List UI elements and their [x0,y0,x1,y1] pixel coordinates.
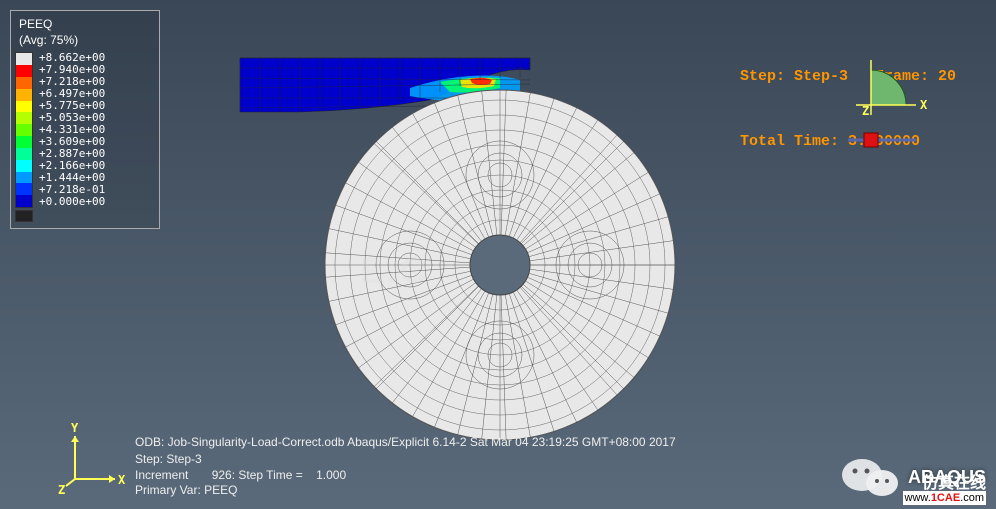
view-direction-widget[interactable]: X Z [856,60,936,160]
legend-variable: PEEQ [19,17,155,33]
axis-z-label: Z [862,104,869,118]
legend-average: (Avg: 75%) [19,33,155,49]
wechat-icon [840,455,902,499]
axis-x-label: X [920,98,928,112]
axis-y-label: Y [71,421,79,435]
legend-labels: +8.662e+00 +7.940e+00 +7.218e+00 +6.497e… [33,52,105,208]
contour-legend: PEEQ (Avg: 75%) +8.662e+00 +7.940e+00 +7… [10,10,160,229]
coordinate-triad: X Y Z [60,424,130,494]
legend-below-min-swatch [15,210,33,222]
legend-colorbar [15,52,33,208]
site-watermark-cn: 仿真在线 [922,469,986,493]
step-info-block: Step: Step-3 Increment 926: Step Time = … [135,452,346,499]
axis-x-label: X [118,473,126,487]
axis-z-label: Z [58,483,65,497]
site-watermark: 仿真在线 www.1CAE.com [903,469,986,505]
fea-viewport[interactable] [170,20,810,470]
legend-value: +0.000e+00 [39,196,105,208]
wheel-mesh [325,90,675,440]
site-watermark-url: www.1CAE.com [903,491,986,505]
view-slider-handle[interactable] [864,133,878,147]
odb-info-line: ODB: Job-Singularity-Load-Correct.odb Ab… [135,435,676,449]
